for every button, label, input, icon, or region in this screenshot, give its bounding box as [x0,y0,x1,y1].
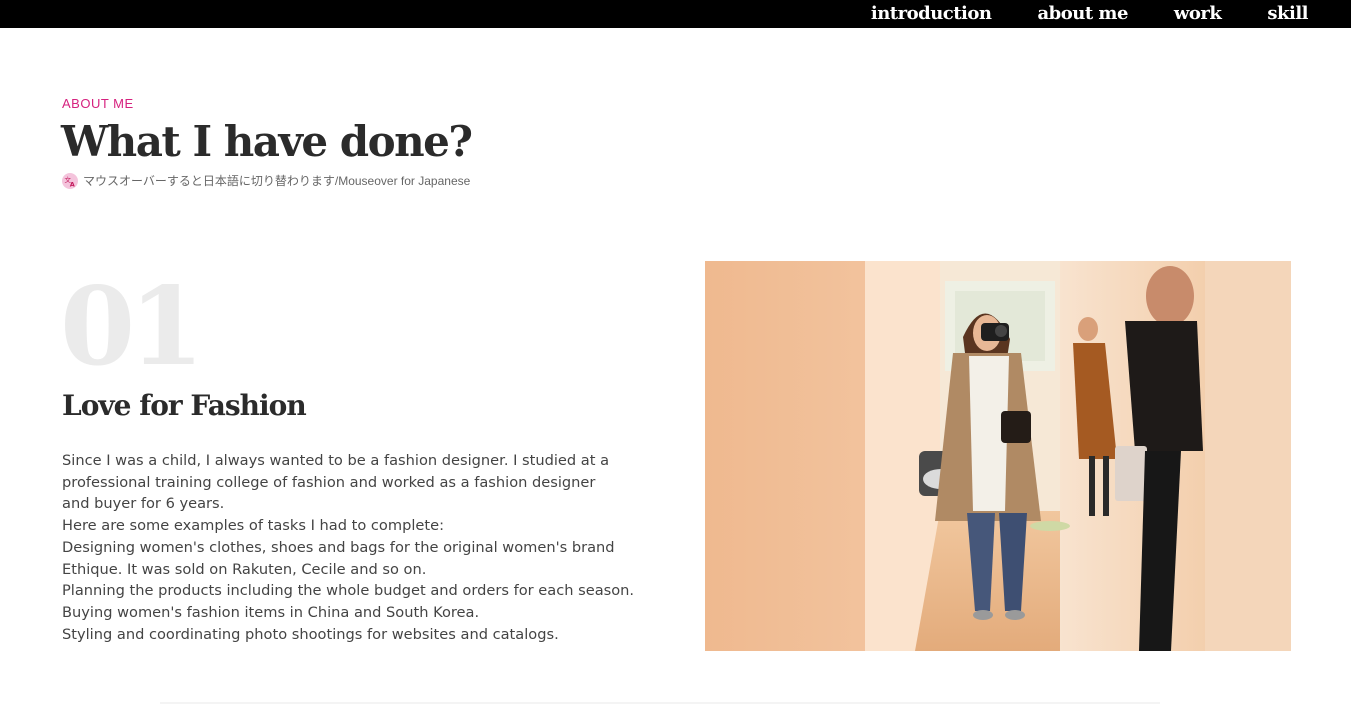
card-paragraph: Designing women's clothes, shoes and bag… [62,538,615,578]
fashion-photo [705,261,1291,651]
translate-hint-text: マウスオーバーすると日本語に切り替わります/Mouseover for Japa… [83,174,471,188]
translate-hint: 文 A マウスオーバーすると日本語に切り替わります/Mouseover for … [62,172,470,189]
fashion-photo-illustration [705,261,1291,651]
nav-link-skill[interactable]: skill [1267,0,1308,28]
top-navigation-bar: introduction about me work skill [0,0,1351,28]
card-title: Love for Fashion [62,389,307,422]
card-paragraph: Styling and coordinating photo shootings… [62,625,559,643]
translate-icon: 文 A [62,172,78,189]
card-paragraph: Buying women's fashion items in China an… [62,603,480,621]
main-nav: introduction about me work skill [825,0,1309,28]
card-number: 01 [60,264,204,390]
section-label: ABOUT ME [62,96,134,111]
nav-link-about-me[interactable]: about me [1037,0,1128,28]
card-paragraph: Here are some examples of tasks I had to… [62,517,444,535]
card-description: Since I was a child, I always wanted to … [62,450,652,645]
page-title: What I have done? [61,117,473,166]
nav-link-introduction[interactable]: introduction [871,0,992,28]
svg-text:A: A [70,180,75,187]
card-paragraph: Since I was a child, I always wanted to … [62,452,610,513]
nav-link-work[interactable]: work [1174,0,1222,28]
card-paragraph: Planning the products including the whol… [62,582,635,600]
